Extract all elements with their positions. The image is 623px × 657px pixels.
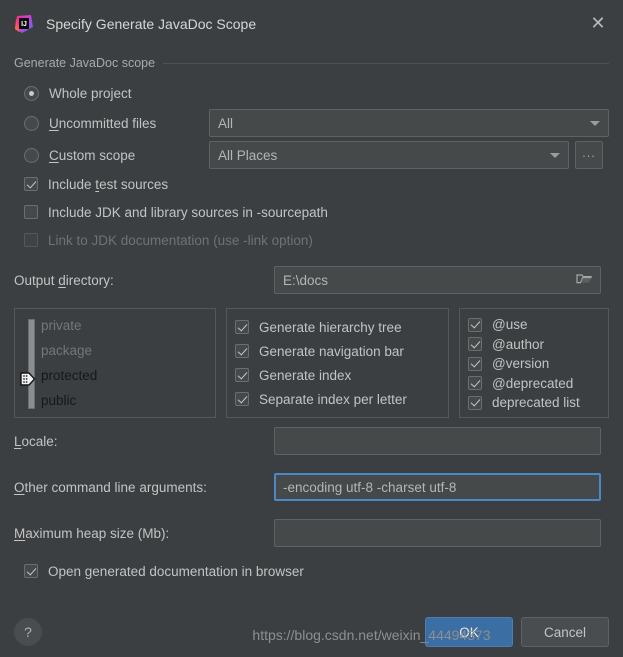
custom-scope-combo-value: All Places xyxy=(218,147,278,163)
visibility-label-protected[interactable]: protected xyxy=(41,363,209,388)
checkbox-label-deprecated-tag: @deprecated xyxy=(492,375,574,391)
checkbox-separate-index-per-letter[interactable] xyxy=(235,392,249,406)
checkbox-row-include-jdk-sources[interactable]: Include JDK and library sources in -sour… xyxy=(14,198,609,226)
other-args-row: Other command line arguments: -encoding … xyxy=(14,464,609,510)
checkbox-row-generate-index[interactable]: Generate index xyxy=(235,363,440,387)
other-args-input[interactable]: -encoding utf-8 -charset utf-8 xyxy=(274,473,601,501)
radio-label-uncommitted-files: Uncommitted files xyxy=(49,115,157,131)
checkbox-row-deprecated-tag[interactable]: @deprecated xyxy=(468,374,600,394)
heap-size-input[interactable] xyxy=(274,519,601,547)
scope-group-title: Generate JavaDoc scope xyxy=(14,56,156,70)
visibility-label-public[interactable]: public xyxy=(41,388,209,413)
dialog-content: Generate JavaDoc scope Whole project Unc… xyxy=(0,56,623,586)
radio-label-custom-scope: Custom scope xyxy=(49,147,136,163)
uncommitted-files-combo[interactable]: All xyxy=(209,109,609,137)
radio-row-uncommitted-files[interactable]: Uncommitted files All xyxy=(14,108,609,138)
close-icon[interactable]: ✕ xyxy=(585,11,611,37)
folder-icon[interactable] xyxy=(576,272,592,288)
checkbox-label-generate-navigation-bar: Generate navigation bar xyxy=(259,343,404,359)
visibility-slider-thumb-icon[interactable] xyxy=(20,371,36,387)
checkbox-label-author-tag: @author xyxy=(492,336,544,352)
checkbox-row-generate-navigation-bar[interactable]: Generate navigation bar xyxy=(235,339,440,363)
visibility-slider-track[interactable] xyxy=(28,319,35,409)
output-directory-input[interactable]: E:\docs xyxy=(274,266,601,294)
radio-label-whole-project: Whole project xyxy=(49,85,132,101)
checkbox-author-tag[interactable] xyxy=(468,337,482,352)
visibility-level-labels: private package protected public xyxy=(41,313,209,413)
other-args-label: Other command line arguments: xyxy=(14,479,207,495)
locale-row: Locale: xyxy=(14,418,609,464)
question-mark-icon[interactable]: ? xyxy=(14,618,42,646)
radio-row-whole-project[interactable]: Whole project xyxy=(14,78,609,108)
intellij-idea-logo-icon: IJ xyxy=(14,14,34,34)
checkbox-version-tag[interactable] xyxy=(468,356,482,371)
custom-scope-combo[interactable]: All Places xyxy=(209,141,569,169)
checkbox-label-include-jdk-sources: Include JDK and library sources in -sour… xyxy=(48,204,328,220)
checkbox-row-generate-hierarchy-tree[interactable]: Generate hierarchy tree xyxy=(235,315,440,339)
checkbox-row-separate-index-per-letter[interactable]: Separate index per letter xyxy=(235,387,440,411)
checkbox-label-generate-hierarchy-tree: Generate hierarchy tree xyxy=(259,319,402,335)
checkbox-row-deprecated-list[interactable]: deprecated list xyxy=(468,393,600,413)
checkbox-use-tag[interactable] xyxy=(468,317,482,332)
chevron-down-icon xyxy=(550,152,560,158)
checkbox-include-test-sources[interactable] xyxy=(24,177,38,191)
other-args-value: -encoding utf-8 -charset utf-8 xyxy=(283,479,457,495)
chevron-down-icon xyxy=(590,120,600,126)
output-directory-row: Output directory: E:\docs xyxy=(14,260,609,300)
dialog-footer: ? OK Cancel xyxy=(0,607,623,657)
heap-size-label: Maximum heap size (Mb): xyxy=(14,525,170,541)
checkbox-open-in-browser[interactable] xyxy=(24,564,38,578)
svg-text:IJ: IJ xyxy=(21,21,27,28)
checkbox-label-version-tag: @version xyxy=(492,356,550,372)
ok-button[interactable]: OK xyxy=(425,617,513,647)
checkbox-row-link-jdk-docs: Link to JDK documentation (use -link opt… xyxy=(14,226,609,254)
checkbox-deprecated-list[interactable] xyxy=(468,395,482,410)
checkbox-row-use-tag[interactable]: @use xyxy=(468,315,600,335)
visibility-label-package[interactable]: package xyxy=(41,338,209,363)
locale-label: Locale: xyxy=(14,433,58,449)
checkbox-deprecated-tag[interactable] xyxy=(468,376,482,391)
checkbox-generate-hierarchy-tree[interactable] xyxy=(235,320,249,334)
output-directory-value: E:\docs xyxy=(283,272,329,288)
visibility-label-private[interactable]: private xyxy=(41,313,209,338)
visibility-level-panel[interactable]: private package protected public xyxy=(14,308,216,418)
checkbox-include-jdk-sources[interactable] xyxy=(24,205,38,219)
tag-options-panel: @use @author @version @deprecated deprec… xyxy=(459,308,609,418)
checkbox-row-include-test-sources[interactable]: Include test sources xyxy=(14,170,609,198)
window-title: Specify Generate JavaDoc Scope xyxy=(46,16,257,32)
radio-uncommitted-files[interactable] xyxy=(24,115,39,131)
checkbox-generate-navigation-bar[interactable] xyxy=(235,344,249,358)
uncommitted-files-combo-value: All xyxy=(218,115,234,131)
radio-whole-project[interactable] xyxy=(24,85,39,101)
locale-input[interactable] xyxy=(274,427,601,455)
options-panels: private package protected public Generat… xyxy=(14,308,609,418)
output-directory-label: Output directory: xyxy=(14,272,114,288)
window-titlebar: IJ Specify Generate JavaDoc Scope ✕ xyxy=(0,0,623,48)
checkbox-label-separate-index-per-letter: Separate index per letter xyxy=(259,391,407,407)
heap-size-row: Maximum heap size (Mb): xyxy=(14,510,609,556)
checkbox-generate-index[interactable] xyxy=(235,368,249,382)
generate-options-panel: Generate hierarchy tree Generate navigat… xyxy=(226,308,449,418)
cancel-button[interactable]: Cancel xyxy=(521,617,609,647)
checkbox-row-version-tag[interactable]: @version xyxy=(468,354,600,374)
radio-custom-scope[interactable] xyxy=(24,147,39,163)
checkbox-link-jdk-docs xyxy=(24,233,38,247)
checkbox-label-include-test-sources: Include test sources xyxy=(48,176,169,192)
radio-row-custom-scope[interactable]: Custom scope All Places ... xyxy=(14,140,609,170)
checkbox-label-use-tag: @use xyxy=(492,317,528,333)
custom-scope-browse-button[interactable]: ... xyxy=(575,141,603,169)
checkbox-label-open-in-browser: Open generated documentation in browser xyxy=(48,563,304,579)
checkbox-row-open-in-browser[interactable]: Open generated documentation in browser xyxy=(14,556,609,586)
scope-group-header: Generate JavaDoc scope xyxy=(14,56,609,70)
checkbox-label-deprecated-list: deprecated list xyxy=(492,395,580,411)
checkbox-row-author-tag[interactable]: @author xyxy=(468,335,600,355)
checkbox-label-generate-index: Generate index xyxy=(259,367,352,383)
checkbox-label-link-jdk-docs: Link to JDK documentation (use -link opt… xyxy=(48,232,313,248)
group-separator-line xyxy=(163,62,609,64)
